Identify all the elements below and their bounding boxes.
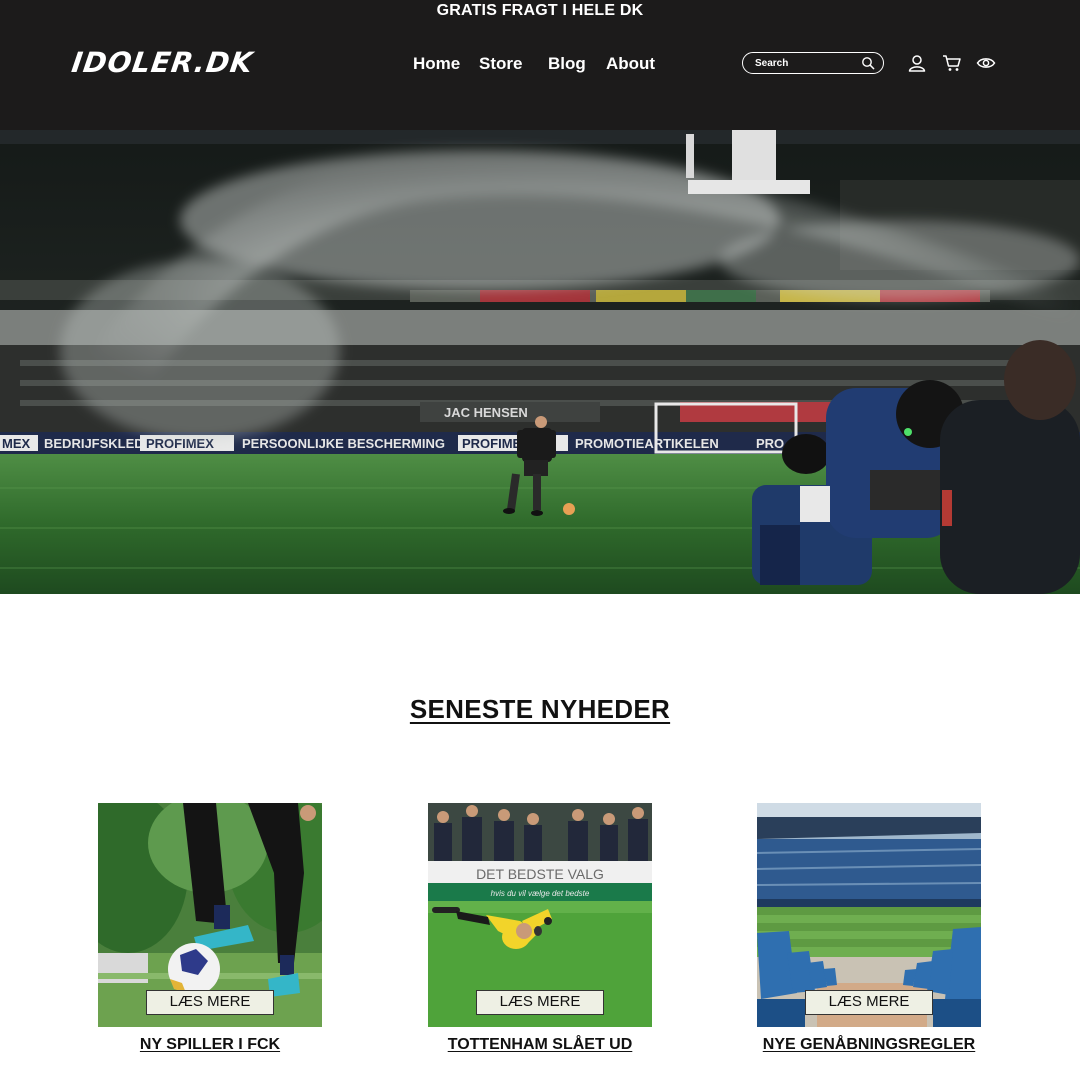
hero-image: JAC HENSEN MEX BEDRIJFSKLEDING PROFIMEX … <box>0 130 1080 594</box>
news-card-title[interactable]: TOTTENHAM SLÅET UD <box>388 1036 692 1054</box>
nav-store[interactable]: Store <box>479 54 522 74</box>
promo-banner: GRATIS FRAGT I HELE DK <box>436 2 644 19</box>
section-title: SENESTE NYHEDER <box>409 694 671 724</box>
ad-banner-text: DET BEDSTE VALG <box>476 866 604 882</box>
news-card-image[interactable]: LÆS MERE <box>757 803 981 1027</box>
news-card-image[interactable]: LÆS MERE <box>98 803 322 1027</box>
news-card-image[interactable]: DET BEDSTE VALG hvis du vil vælge det be… <box>428 803 652 1027</box>
nav-home[interactable]: Home <box>413 54 460 74</box>
read-more-button[interactable]: LÆS MERE <box>805 990 933 1015</box>
ad-board-text: MEX <box>2 436 31 451</box>
site-header: GRATIS FRAGT I HELE DK IDOLER.DK Home St… <box>0 0 1080 130</box>
ad-board-text: PRO <box>756 436 784 451</box>
upper-banner: JAC HENSEN <box>444 405 528 420</box>
ad-banner-subtext: hvis du vil vælge det bedste <box>491 889 590 898</box>
cart-icon[interactable] <box>942 54 962 72</box>
stadium-sprinkler-scene: JAC HENSEN MEX BEDRIJFSKLEDING PROFIMEX … <box>0 130 1080 594</box>
ad-board-text: PERSOONLIJKE BESCHERMING <box>242 436 445 451</box>
news-card: LÆS MERE NYE GENÅBNINGSREGLER <box>757 803 981 1053</box>
eye-icon[interactable] <box>976 54 996 72</box>
read-more-button[interactable]: LÆS MERE <box>476 990 604 1015</box>
nav-about[interactable]: About <box>606 54 655 74</box>
search-box <box>742 52 884 74</box>
read-more-button[interactable]: LÆS MERE <box>146 990 274 1015</box>
ad-board-text: PROMOTIEARTIKELEN <box>575 436 719 451</box>
search-input[interactable] <box>755 55 855 71</box>
news-card: DET BEDSTE VALG hvis du vil vælge det be… <box>428 803 652 1053</box>
user-icon[interactable] <box>907 54 927 72</box>
site-logo[interactable]: IDOLER.DK <box>70 46 256 79</box>
news-card: LÆS MERE NY SPILLER I FCK <box>98 803 322 1053</box>
search-icon[interactable] <box>861 56 875 70</box>
news-card-title[interactable]: NYE GENÅBNINGSREGLER <box>717 1036 1021 1054</box>
news-card-title[interactable]: NY SPILLER I FCK <box>58 1036 362 1054</box>
nav-blog[interactable]: Blog <box>548 54 586 74</box>
